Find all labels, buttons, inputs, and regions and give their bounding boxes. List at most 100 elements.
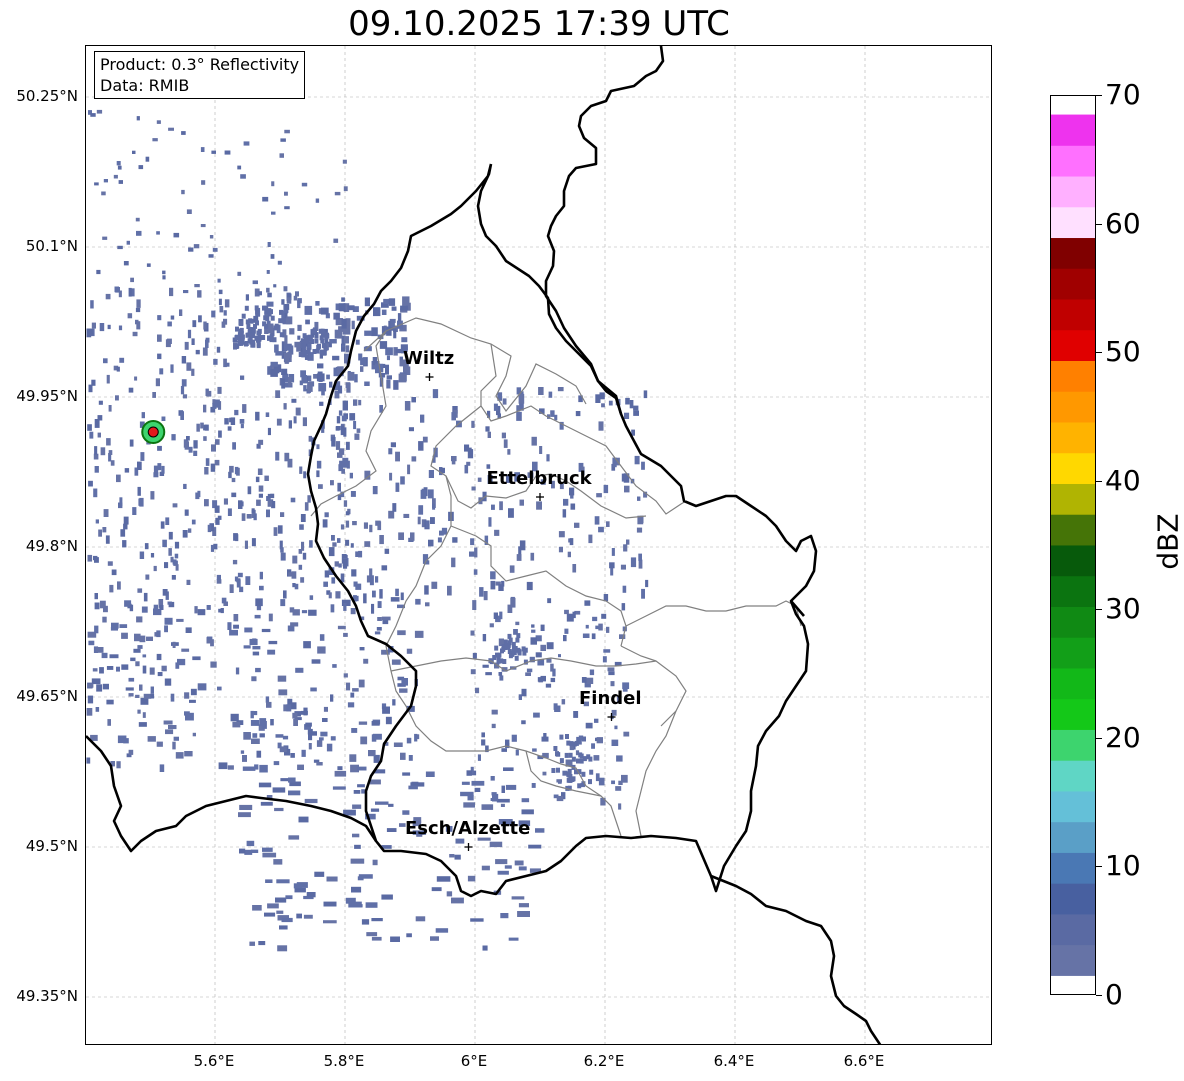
echo-pixel [239,419,245,424]
echo-pixel [516,647,521,653]
echo-pixel [250,720,260,726]
germany-border-north [544,46,665,415]
echo-pixel [641,588,645,599]
echo-pixel [343,632,348,637]
echo-pixel [546,658,552,663]
echo-pixel [324,570,330,578]
echo-pixel [276,879,290,884]
canton-boundaries [310,317,802,837]
echo-pixel [235,667,240,675]
echo-pixel [364,330,372,336]
echo-pixel [360,366,364,372]
echo-pixel [581,771,586,777]
echo-pixel [418,441,424,451]
echo-pixel [301,182,308,187]
echo-pixel [181,189,185,195]
echo-pixel [346,460,350,469]
echo-pixel [602,656,607,663]
echo-pixel [191,519,196,525]
echo-pixel [188,247,194,252]
echo-pixel [250,339,255,345]
echo-pixel [469,551,475,557]
echo-pixel [507,633,512,639]
echo-pixel [395,482,400,492]
echo-pixel [87,554,93,562]
echo-pixel [347,305,355,311]
colorbar-segment [1051,237,1095,269]
echo-pixel [289,328,295,335]
echo-pixel [345,520,350,528]
echo-pixel [555,751,559,757]
echo-pixel [402,772,411,776]
echo-pixel [601,613,607,619]
echo-pixel [515,637,520,643]
echo-pixel [136,616,143,623]
echo-pixel [302,343,307,349]
echo-pixel [168,725,177,730]
echo-pixel [321,428,325,433]
echo-pixel [482,634,487,642]
echo-pixel [137,461,142,470]
echo-pixel [141,606,148,613]
echo-pixel [156,630,161,638]
colorbar-segment [1051,637,1095,669]
echo-pixel [415,598,421,605]
echo-pixel [204,499,209,507]
echo-pixel [277,675,287,682]
echo-pixel [517,911,530,917]
echo-pixel [579,753,584,759]
echo-pixel [195,349,200,355]
echo-pixel [379,341,388,349]
echo-pixel [136,321,141,330]
echo-pixel [194,606,198,614]
echo-pixel [518,866,527,871]
echo-pixel [91,322,96,329]
echo-pixel [377,521,382,531]
echo-pixel [495,859,508,865]
echo-pixel [596,493,602,498]
echo-pixel [279,925,288,930]
echo-pixel [343,500,348,507]
echo-pixel [180,411,184,420]
echo-pixel [250,332,254,338]
echo-pixel [288,835,300,840]
echo-pixel [567,551,571,558]
lat-tick-label: 50.25°N [16,87,78,105]
echo-pixel [489,623,494,628]
echo-pixel [333,312,340,320]
echo-pixel [107,324,111,330]
echo-pixel [334,329,343,339]
echo-pixel [217,386,222,394]
echo-pixel [264,475,269,481]
echo-pixel [287,458,293,468]
echo-pixel [219,306,224,313]
echo-pixel [155,378,160,387]
echo-pixel [172,559,177,565]
echo-pixel [116,366,120,372]
echo-pixel [337,482,341,492]
map-frame[interactable] [85,45,992,1045]
echo-pixel [501,432,506,439]
reflectivity-echoes [86,109,649,952]
echo-pixel [353,581,358,587]
echo-pixel [162,539,167,548]
lon-tick-label: 6.2°E [583,1052,625,1070]
colorbar-tick [1096,609,1102,611]
echo-pixel [355,339,360,345]
echo-pixel [201,180,206,185]
echo-pixel [183,290,189,294]
echo-pixel [156,741,163,747]
colorbar-tick-label: 50 [1105,335,1141,369]
echo-pixel [286,704,292,712]
echo-pixel [274,807,284,812]
colorbar-segment [1051,176,1095,208]
colorbar-segment [1051,821,1095,853]
radar-map[interactable] [86,46,992,1045]
echo-pixel [270,719,274,726]
echo-pixel [288,420,292,429]
echo-pixel [322,519,328,528]
echo-pixel [266,270,270,274]
echo-pixel [535,828,545,833]
echo-pixel [337,625,346,630]
echo-pixel [163,720,173,725]
